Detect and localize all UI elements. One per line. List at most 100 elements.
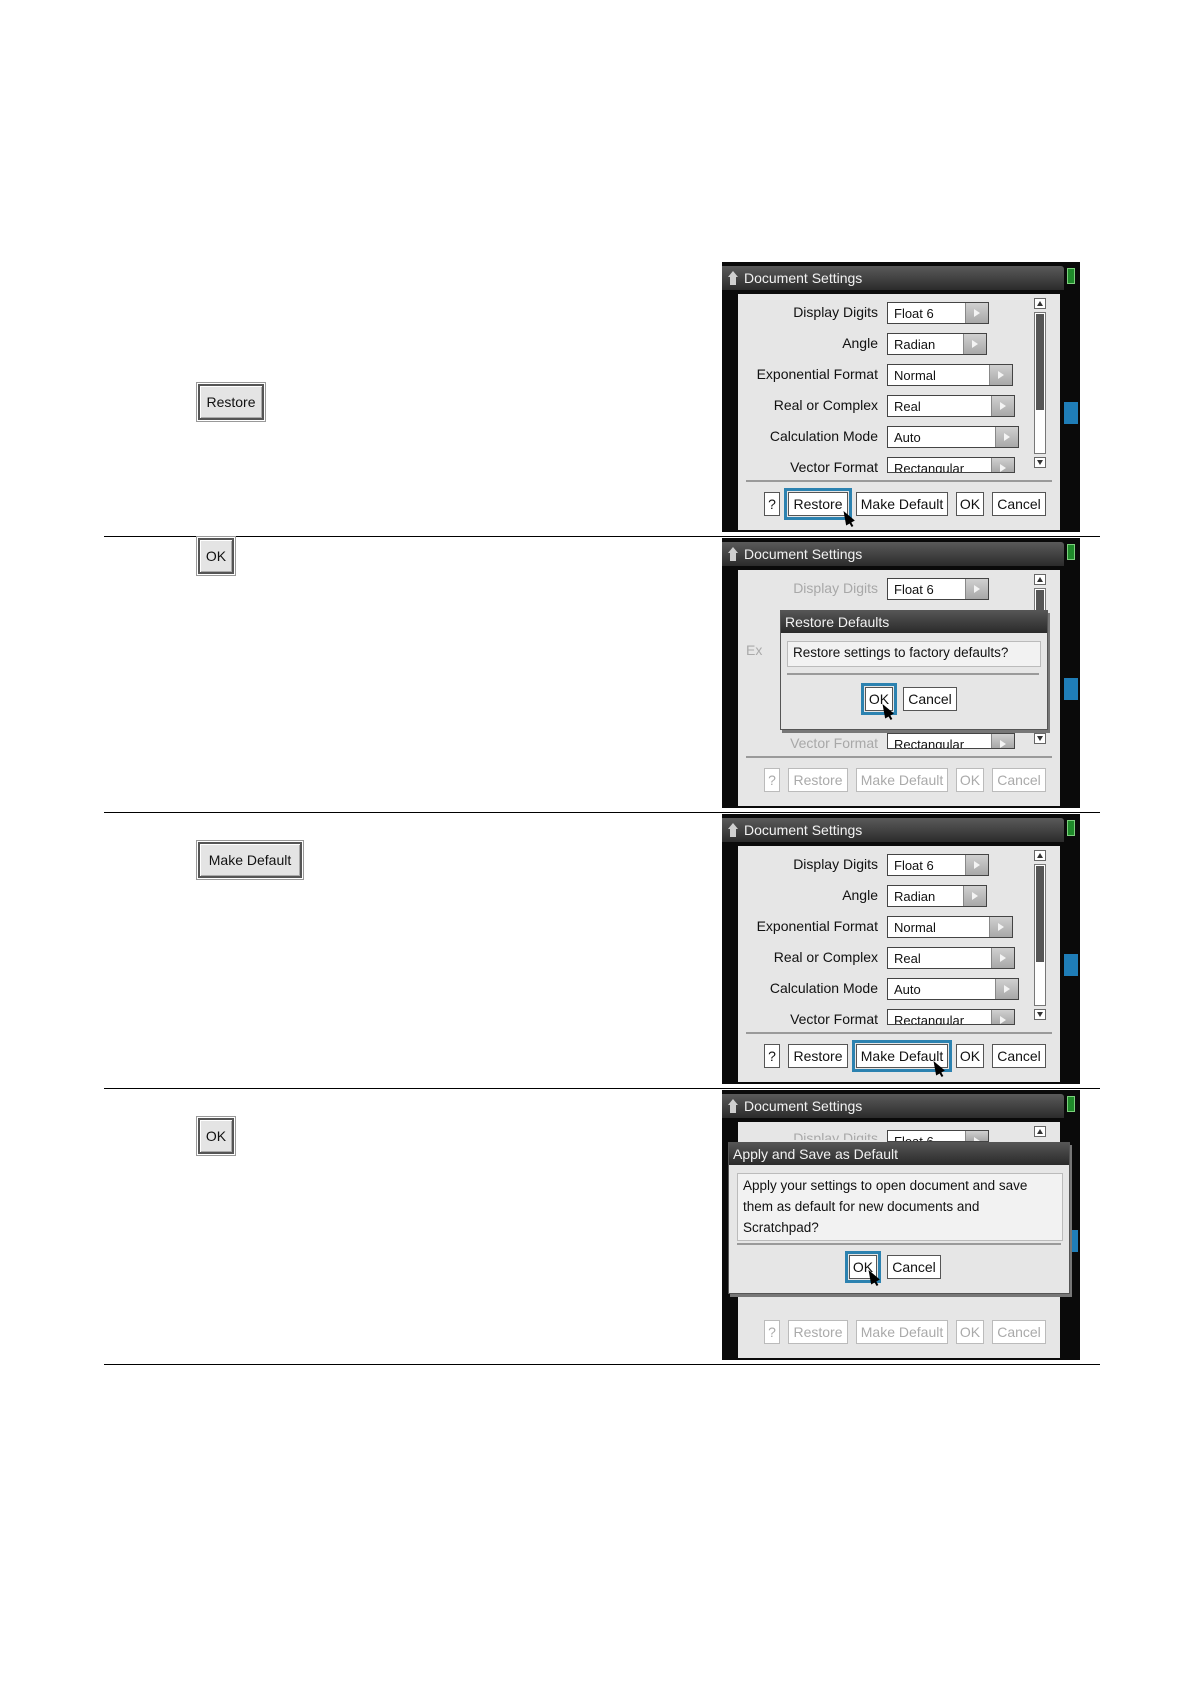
title-bar: Document Settings [722,542,1064,566]
exponential-format-select[interactable]: Normal [887,364,1013,386]
scroll-up-icon[interactable] [1034,298,1046,309]
row-label: Vector Format [790,735,878,751]
cancel-button: Cancel [992,1320,1046,1344]
section-divider [104,1364,1100,1365]
chevron-right-icon [963,334,986,354]
scroll-track[interactable] [1034,864,1046,1006]
row-label: Calculation Mode [769,980,878,996]
row-label: Vector Format [790,1011,878,1027]
handheld-screen-restore-dialog: Document Settings Display Digits Float 6… [722,538,1080,808]
row-label: Exponential Format [756,918,878,934]
chevron-right-icon [965,855,988,875]
vector-format-select[interactable]: Rectangular [887,1009,1015,1025]
row-label: Angle [842,335,878,351]
display-digits-select: Float 6 [887,578,989,600]
restore-button: Restore [788,1320,848,1344]
scroll-thumb[interactable] [1036,866,1044,962]
button-separator [746,1032,1052,1034]
display-digits-select[interactable]: Float 6 [887,854,989,876]
vector-format-select: Rectangular [887,733,1015,749]
section-divider [104,812,1100,813]
row-label: Display Digits [793,1130,878,1140]
display-digits-select[interactable]: Float 6 [887,302,989,324]
scrollbar[interactable] [1034,298,1046,468]
row-label: Display Digits [793,304,878,320]
ok-sample-button: OK [196,1116,236,1156]
ok-sample-button: OK [196,536,236,576]
real-or-complex-select[interactable]: Real [887,947,1015,969]
scroll-down-icon [1034,733,1046,744]
scroll-track[interactable] [1034,312,1046,454]
dialog-separator [737,1243,1061,1245]
home-icon [728,271,738,285]
angle-select[interactable]: Radian [887,885,987,907]
restore-button[interactable]: Restore [788,1044,848,1068]
make-default-button: Make Default [856,768,948,792]
chevron-right-icon [965,1131,988,1141]
dialog-title: Apply and Save as Default [729,1143,1069,1165]
row-label: Vector Format [790,459,878,475]
side-tab-icon [1064,678,1078,700]
chevron-right-icon [991,1010,1014,1024]
scroll-down-icon[interactable] [1034,457,1046,468]
section-divider [104,1088,1100,1089]
scrollbar[interactable] [1034,850,1046,1020]
mouse-pointer-icon [839,508,855,526]
row-label: Real or Complex [773,397,878,413]
help-button[interactable]: ? [764,1044,780,1068]
row-label: Angle [842,887,878,903]
calculation-mode-select[interactable]: Auto [887,426,1019,448]
chevron-right-icon [995,979,1018,999]
help-button[interactable]: ? [764,492,780,516]
cancel-button[interactable]: Cancel [992,1044,1046,1068]
scroll-thumb[interactable] [1036,314,1044,410]
make-default-button[interactable]: Make Default [856,492,948,516]
dialog-message-line: Apply your settings to open document and… [743,1178,1028,1193]
home-icon [728,547,738,561]
make-default-sample-button: Make Default [196,840,304,880]
side-tab-icon [1064,402,1078,424]
home-icon [728,1099,738,1113]
calculation-mode-select[interactable]: Auto [887,978,1019,1000]
scroll-up-icon [1034,574,1046,585]
dialog-separator [787,673,1039,675]
chevron-right-icon [991,948,1014,968]
help-button: ? [764,1320,780,1344]
row-label: Real or Complex [773,949,878,965]
mouse-pointer-icon [864,1267,880,1285]
dialog-message-line: Scratchpad? [743,1220,819,1235]
dialog-cancel-button[interactable]: Cancel [887,1255,941,1279]
display-digits-select: Float 6 [887,1130,989,1142]
dialog-cancel-button[interactable]: Cancel [903,687,957,711]
scroll-up-icon[interactable] [1034,850,1046,861]
handheld-screen-settings: Document Settings Display Digits Float 6… [722,262,1080,532]
settings-panel: Display Digits Float 6 Ex Vector Format … [738,570,1060,806]
row-label: Display Digits [793,580,878,596]
home-icon [728,823,738,837]
row-label: Exponential Format [756,366,878,382]
exponential-format-select[interactable]: Normal [887,916,1013,938]
chevron-right-icon [989,365,1012,385]
battery-icon [1067,544,1075,560]
window-title: Document Settings [744,822,863,838]
chevron-right-icon [991,734,1014,748]
chevron-right-icon [963,886,986,906]
real-or-complex-select[interactable]: Real [887,395,1015,417]
handheld-screen-settings: Document Settings Display Digits Float 6… [722,814,1080,1084]
vector-format-select[interactable]: Rectangular [887,457,1015,473]
settings-panel: Display Digits Float 6 Angle Radian Expo… [738,846,1060,1082]
window-title: Document Settings [744,1098,863,1114]
ok-button: OK [956,768,984,792]
settings-panel: Display Digits Float 6 Angle Radian Expo… [738,294,1060,530]
cancel-button[interactable]: Cancel [992,492,1046,516]
ok-button[interactable]: OK [956,1044,984,1068]
battery-icon [1067,1096,1075,1112]
scroll-down-icon[interactable] [1034,1009,1046,1020]
dialog-message: Restore settings to factory defaults? [793,645,1009,660]
help-button: ? [764,768,780,792]
make-default-button: Make Default [856,1320,948,1344]
restore-defaults-dialog: Restore Defaults Restore settings to fac… [780,610,1048,730]
angle-select[interactable]: Radian [887,333,987,355]
ok-button[interactable]: OK [956,492,984,516]
title-bar: Document Settings [722,1094,1064,1118]
